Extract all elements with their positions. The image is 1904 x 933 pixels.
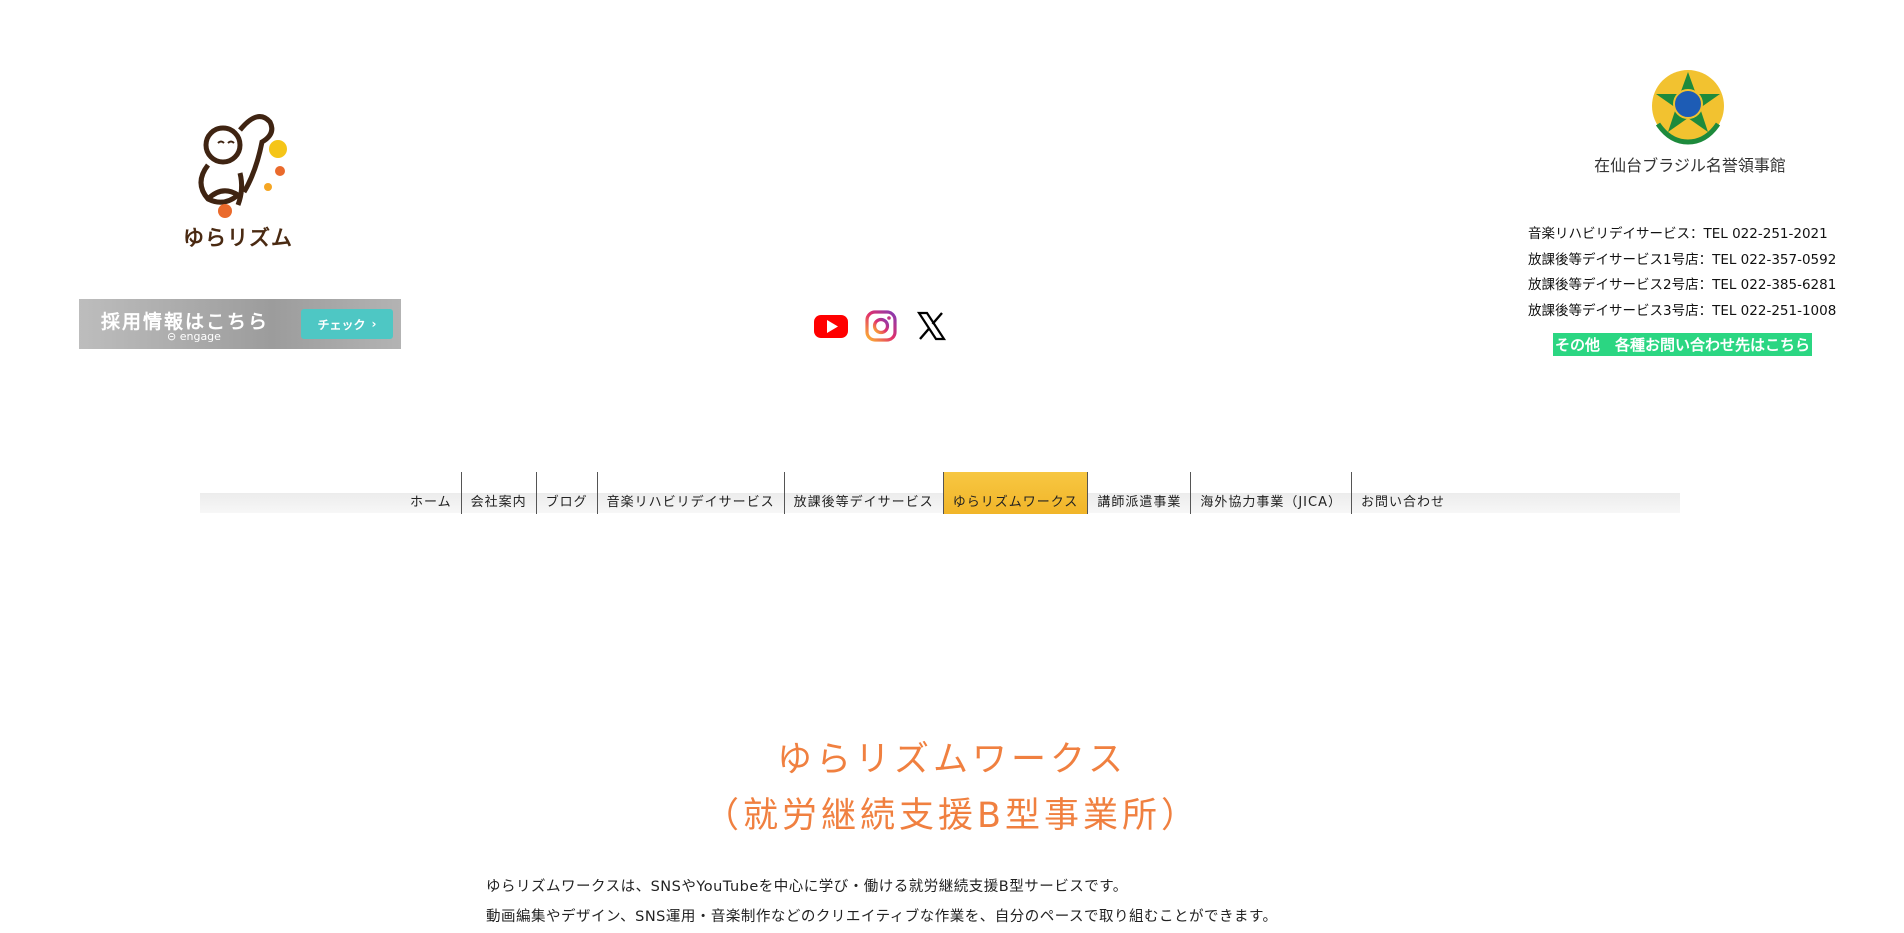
consulate-name: 在仙台ブラジル名誉領事館 xyxy=(1594,156,1786,175)
recruit-check-label: チェック xyxy=(317,317,366,332)
nav-item-contact[interactable]: お問い合わせ xyxy=(1352,472,1454,514)
nav-item-after-school[interactable]: 放課後等デイサービス xyxy=(785,472,944,514)
other-contact-link[interactable]: その他 各種お問い合わせ先はこちら xyxy=(1553,333,1813,356)
recruit-banner[interactable]: 採用情報はこちら ⊝ engage チェック › xyxy=(79,299,401,349)
instagram-icon xyxy=(865,310,897,342)
engage-icon: ⊝ xyxy=(167,330,177,343)
contact-line: 放課後等デイサービス3号店：TEL 022-251-1008 xyxy=(1528,302,1837,319)
engage-label: ⊝ engage xyxy=(167,330,221,343)
x-icon xyxy=(916,311,947,341)
page-title-line2: （就労継続支援B型事業所） xyxy=(703,796,1200,836)
nav-item-company[interactable]: 会社案内 xyxy=(462,472,537,514)
contact-line: 放課後等デイサービス1号店：TEL 022-357-0592 xyxy=(1528,251,1837,268)
intro-text: ゆらリズムワークスは、SNSやYouTubeを中心に学び・働ける就労継続支援B型… xyxy=(486,872,1278,932)
nav-item-yura-rhythm-works[interactable]: ゆらリズムワークス xyxy=(943,472,1089,514)
instagram-link[interactable] xyxy=(863,308,899,344)
contact-line: 放課後等デイサービス2号店：TEL 022-385-6281 xyxy=(1528,277,1837,293)
brazil-coat-of-arms-icon[interactable] xyxy=(1648,66,1728,146)
page-title-line1: ゆらリズムワークス xyxy=(777,740,1127,780)
social-links xyxy=(813,308,949,344)
contact-list: 音楽リハビリデイサービス：TEL 022-251-2021 放課後等デイサービス… xyxy=(1528,222,1836,324)
logo-text: ゆらリズム xyxy=(183,226,293,250)
nav-item-music-rehab[interactable]: 音楽リハビリデイサービス xyxy=(598,472,785,514)
intro-line2: 動画編集やデザイン、SNS運用・音楽制作などのクリエイティブな作業を、自分のペー… xyxy=(486,909,1278,925)
recruit-check-button[interactable]: チェック › xyxy=(301,309,393,339)
x-link[interactable] xyxy=(913,308,949,344)
youtube-icon xyxy=(814,315,848,338)
youtube-link[interactable] xyxy=(813,308,849,344)
intro-line1: ゆらリズムワークスは、SNSやYouTubeを中心に学び・働ける就労継続支援B型… xyxy=(486,879,1128,895)
nav-item-instructor-dispatch[interactable]: 講師派遣事業 xyxy=(1088,472,1192,514)
nav-item-jica[interactable]: 海外協力事業（JICA） xyxy=(1191,472,1352,514)
engage-text: engage xyxy=(179,330,221,343)
contact-line: 音楽リハビリデイサービス：TEL 022-251-2021 xyxy=(1528,226,1828,242)
page: ゆらリズム 採用情報はこちら ⊝ engage チェック › 在仙台ブラジル名誉… xyxy=(0,0,1904,933)
page-title: ゆらリズムワークス （就労継続支援B型事業所） xyxy=(0,732,1904,844)
global-nav: ホーム 会社案内 ブログ 音楽リハビリデイサービス 放課後等デイサービス ゆらリ… xyxy=(401,472,1454,514)
chevron-right-icon: › xyxy=(371,317,377,331)
nav-item-home[interactable]: ホーム xyxy=(401,472,462,514)
nav-item-blog[interactable]: ブログ xyxy=(537,472,598,514)
